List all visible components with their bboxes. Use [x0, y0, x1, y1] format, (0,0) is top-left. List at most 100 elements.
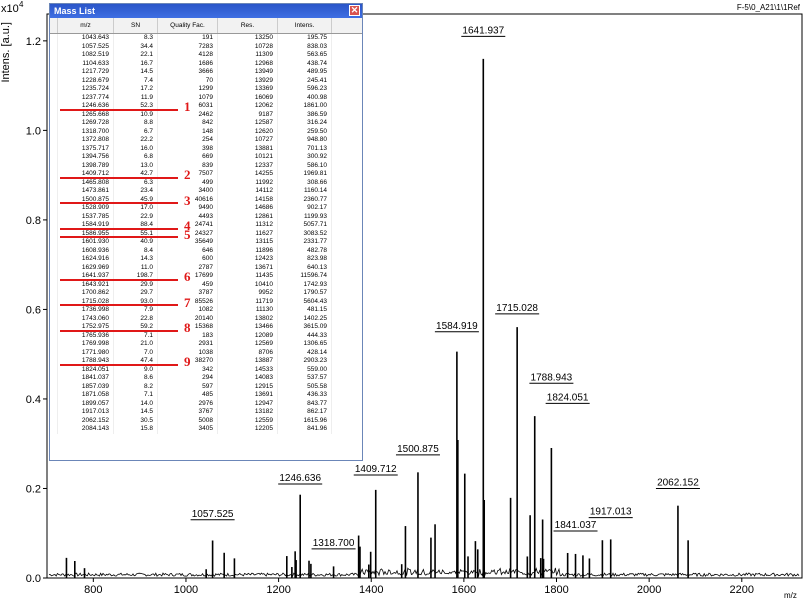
table-row[interactable]: 1104.633 16.7 1686 12968 438.74	[50, 59, 362, 68]
x-tick-label: 1600	[452, 584, 476, 596]
cell-res: 11309	[218, 51, 278, 60]
cell-sn: 14.5	[114, 408, 158, 417]
y-tick-label: 0.6	[26, 304, 41, 316]
table-row[interactable]: 1736.998 7.9 1082 11130 481.15	[50, 306, 362, 315]
table-row[interactable]: 1057.525 34.4 7283 10728 838.03	[50, 42, 362, 51]
table-row[interactable]: 1743.060 22.8 20140 13802 1402.25	[50, 314, 362, 323]
cell-sn: 17.2	[114, 85, 158, 94]
cell-mz: 1765.936	[58, 331, 114, 340]
cell-mz: 1269.728	[58, 119, 114, 128]
table-row[interactable]: 1769.998 21.0 2931 12569 1306.65	[50, 340, 362, 349]
cell-mz: 1537.785	[58, 212, 114, 221]
column-header-mz[interactable]: m/z	[58, 18, 114, 33]
table-row[interactable]: 1265.668 10.9 2462 9187 386.59	[50, 110, 362, 119]
y-tick-label: 0.2	[26, 483, 41, 495]
table-row[interactable]: 1318.700 6.7 148 12620 259.50	[50, 127, 362, 136]
table-row[interactable]: 1643.921 29.9 459 10410 1742.93	[50, 280, 362, 289]
table-row[interactable]: 1624.916 14.3 600 12423 823.98	[50, 255, 362, 264]
cell-intens: 823.98	[278, 255, 332, 264]
cell-res: 12559	[218, 416, 278, 425]
column-header-res[interactable]: Res.	[218, 18, 278, 33]
cell-res: 13466	[218, 323, 278, 332]
table-row[interactable]: 1765.936 7.1 183 12089 444.33	[50, 331, 362, 340]
table-row[interactable]: 1608.936 8.4 646 11896 482.78	[50, 246, 362, 255]
cell-sn: 11.9	[114, 93, 158, 102]
cell-intens: 11596.74	[278, 272, 332, 281]
table-row[interactable]: 1217.729 14.5 3666 13949 489.95	[50, 68, 362, 77]
cell-quality: 669	[158, 153, 218, 162]
cell-res: 13802	[218, 314, 278, 323]
cell-sn: 14.5	[114, 68, 158, 77]
marker-line	[60, 202, 178, 204]
table-row[interactable]: 1537.785 22.9 4493 12861 1199.93	[50, 212, 362, 221]
mass-list-title: Mass List	[54, 6, 96, 16]
spectrum-baseline	[48, 567, 800, 578]
table-row[interactable]: 1473.861 23.4 3400 14112 1160.14	[50, 187, 362, 196]
table-row[interactable]: 1269.728 8.8 842 12587 316.24	[50, 119, 362, 128]
close-icon[interactable]: ✕	[349, 5, 360, 16]
table-row[interactable]: 1237.774 11.9 1079 16069 400.98	[50, 93, 362, 102]
peak-label: 1584.919	[436, 321, 478, 332]
table-row[interactable]: 1398.789 13.0 839 12337 586.10	[50, 161, 362, 170]
marker-line	[60, 304, 178, 306]
cell-mz: 1624.916	[58, 255, 114, 264]
cell-intens: 1969.81	[278, 170, 332, 179]
table-row[interactable]: 1841.037 8.6 294 14083 537.57	[50, 374, 362, 383]
table-row[interactable]: 1857.039 8.2 597 12915 505.58	[50, 382, 362, 391]
cell-res: 13182	[218, 408, 278, 417]
cell-intens: 1160.14	[278, 187, 332, 196]
cell-res: 11896	[218, 246, 278, 255]
cell-sn: 23.4	[114, 187, 158, 196]
cell-sn: 34.4	[114, 42, 158, 51]
x-tick-label: 1200	[266, 584, 290, 596]
cell-res: 13250	[218, 34, 278, 43]
table-row[interactable]: 1228.679 7.4 70 13929 245.41	[50, 76, 362, 85]
cell-intens: 563.65	[278, 51, 332, 60]
peak-label: 1057.525	[192, 509, 234, 520]
table-row[interactable]: 1465.808 6.3 499 11992 308.66	[50, 178, 362, 187]
cell-quality: 5008	[158, 416, 218, 425]
mass-list-header-row: m/z SN Quality Fac. Res. Intens.	[50, 18, 362, 34]
column-header-quality[interactable]: Quality Fac.	[158, 18, 218, 33]
peak-label: 1824.051	[547, 392, 589, 403]
table-row[interactable]: 2062.152 30.5 5008 12559 1615.96	[50, 416, 362, 425]
table-row[interactable]: 2084.143 15.8 3405 12205 841.96	[50, 425, 362, 434]
table-row[interactable]: 1375.717 16.0 398 13881 701.13	[50, 144, 362, 153]
cell-mz: 1465.808	[58, 178, 114, 187]
cell-res: 11719	[218, 297, 278, 306]
mass-list-window[interactable]: Mass List ✕ m/z SN Quality Fac. Res. Int…	[49, 3, 363, 461]
cell-intens: 1790.57	[278, 289, 332, 298]
cell-sn: 7.9	[114, 306, 158, 315]
cell-res: 13691	[218, 391, 278, 400]
table-row[interactable]: 1700.862 29.7 3787 9952 1790.57	[50, 289, 362, 298]
y-tick-label: 0.4	[26, 394, 41, 406]
cell-intens: 428.14	[278, 348, 332, 357]
table-row[interactable]: 1394.756 6.8 669 10121 300.92	[50, 153, 362, 162]
peak-label: 1246.636	[279, 473, 321, 484]
table-row[interactable]: 1629.969 11.0 2787 13671 640.13	[50, 263, 362, 272]
mass-list-rows[interactable]: 1043.643 8.3 191 13250 195.75 1057.525 34.4 728…	[50, 34, 362, 434]
column-header-intens[interactable]: Intens.	[278, 18, 332, 33]
cell-intens: 195.75	[278, 34, 332, 43]
table-row[interactable]: 1899.057 14.0 2976 12947 843.77	[50, 399, 362, 408]
table-row[interactable]: 1771.980 7.0 1038 8706 428.14	[50, 348, 362, 357]
cell-intens: 3083.52	[278, 229, 332, 238]
table-row[interactable]: 1235.724 17.2 1299 13369 596.23	[50, 85, 362, 94]
column-header-sn[interactable]: SN	[114, 18, 158, 33]
mass-list-title-bar[interactable]: Mass List ✕	[50, 4, 362, 18]
table-row[interactable]: 1082.519 22.1 4128 11309 563.65	[50, 51, 362, 60]
table-row[interactable]: 1601.930 40.9 35649 13115 2331.77	[50, 238, 362, 247]
cell-quality: 70	[158, 76, 218, 85]
cell-sn: 8.6	[114, 374, 158, 383]
table-row[interactable]: 1528.909 17.0 9490 14686 902.17	[50, 204, 362, 213]
table-row[interactable]: 1043.643 8.3 191 13250 195.75	[50, 34, 362, 43]
table-row[interactable]: 1917.013 14.5 3767 13182 862.17	[50, 408, 362, 417]
table-row[interactable]: 1824.051 9.0 342 14533 559.00	[50, 365, 362, 374]
table-row[interactable]: 1372.808 22.2 254 10727 948.80	[50, 136, 362, 145]
cell-intens: 444.33	[278, 331, 332, 340]
cell-mz: 1265.668	[58, 110, 114, 119]
cell-res: 10727	[218, 136, 278, 145]
peak-label: 1841.037	[555, 520, 597, 531]
table-row[interactable]: 1871.058 7.1 485 13691 436.33	[50, 391, 362, 400]
peak-label: 1318.700	[313, 538, 355, 549]
